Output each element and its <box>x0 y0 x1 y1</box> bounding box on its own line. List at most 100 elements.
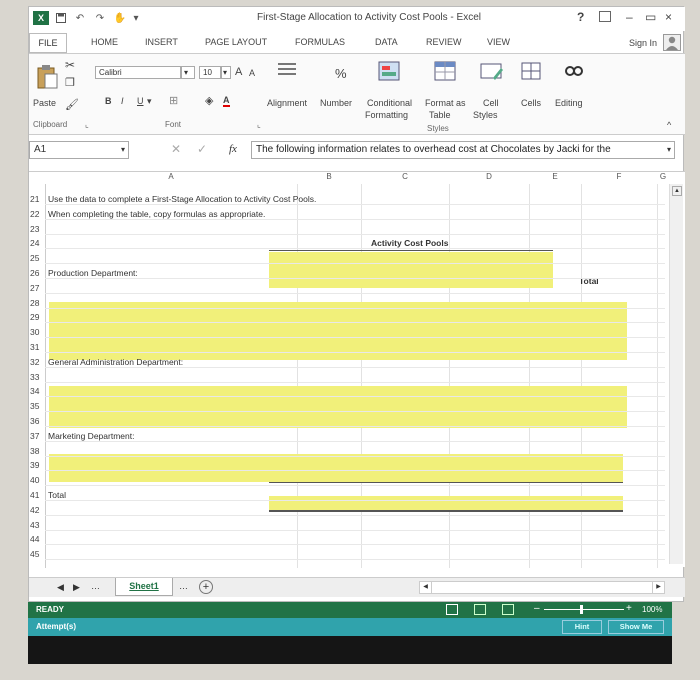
row-header[interactable]: 26 <box>30 268 44 278</box>
row-header[interactable]: 38 <box>30 446 44 456</box>
close-button[interactable]: × <box>665 10 672 24</box>
avatar[interactable] <box>663 34 681 51</box>
row-header[interactable]: 36 <box>30 416 44 426</box>
redo-icon[interactable]: ↷ <box>93 11 107 25</box>
row-header[interactable]: 22 <box>30 209 44 219</box>
confirm-entry-icon[interactable]: ✓ <box>197 142 207 156</box>
normal-view-icon[interactable] <box>446 604 458 615</box>
conditional-formatting-button[interactable]: Conditional <box>367 98 412 108</box>
ribbon-display-options-icon[interactable] <box>599 11 611 22</box>
cell-text[interactable]: Use the data to complete a First-Stage A… <box>48 194 316 204</box>
cell-text[interactable]: Total <box>48 490 66 500</box>
font-launcher-icon[interactable]: ⌞ <box>257 120 261 129</box>
cell-text[interactable]: Marketing Department: <box>48 431 134 441</box>
alignment-icon[interactable] <box>275 60 301 84</box>
tab-review[interactable]: REVIEW <box>426 37 462 47</box>
row-header[interactable]: 21 <box>30 194 44 204</box>
sheet-tab-sheet1[interactable]: Sheet1 <box>115 578 173 596</box>
row-header[interactable]: 37 <box>30 431 44 441</box>
row-header[interactable]: 23 <box>30 224 44 234</box>
editing-icon[interactable] <box>561 60 587 84</box>
font-name-dropdown-icon[interactable]: ▾ <box>181 66 195 79</box>
worksheet-grid[interactable]: A B C D E F G Activity Cost Pools Total … <box>29 171 685 568</box>
row-header[interactable]: 41 <box>30 490 44 500</box>
formatting-label[interactable]: Formatting <box>365 110 408 120</box>
row-header[interactable]: 34 <box>30 386 44 396</box>
font-color-button[interactable]: A <box>223 95 230 107</box>
help-button[interactable]: ? <box>577 10 584 24</box>
format-painter-icon[interactable]: 🖌 <box>65 98 79 111</box>
zoom-out-icon[interactable]: – <box>534 603 540 614</box>
grow-font-button[interactable]: A <box>235 66 242 78</box>
page-break-view-icon[interactable] <box>502 604 514 615</box>
cell-styles-icon[interactable] <box>479 60 505 84</box>
minimize-button[interactable]: – <box>626 10 633 24</box>
activity-pools-input-area[interactable] <box>269 252 553 288</box>
zoom-in-icon[interactable]: + <box>626 603 632 614</box>
row-header[interactable]: 28 <box>30 298 44 308</box>
font-size-dropdown-icon[interactable]: ▾ <box>221 66 231 79</box>
marketing-input-area[interactable] <box>49 454 623 482</box>
tab-file[interactable]: FILE <box>29 33 67 53</box>
expand-formula-bar-icon[interactable]: ▾ <box>667 145 671 154</box>
row-header[interactable]: 42 <box>30 505 44 515</box>
row-header[interactable]: 35 <box>30 401 44 411</box>
row-header[interactable]: 40 <box>30 475 44 485</box>
cells-icon[interactable] <box>519 60 545 84</box>
collapse-ribbon-icon[interactable]: ^ <box>667 120 671 130</box>
paste-icon[interactable] <box>35 64 61 89</box>
next-sheet-icon[interactable]: ▶ <box>73 582 80 593</box>
tab-data[interactable]: DATA <box>375 37 398 47</box>
format-as-button[interactable]: Format as <box>425 98 466 108</box>
cell-text[interactable]: Production Department: <box>48 268 138 278</box>
horizontal-scrollbar[interactable]: ◀ ▶ <box>419 581 665 594</box>
formula-input[interactable]: The following information relates to ove… <box>251 141 675 159</box>
shrink-font-button[interactable]: A <box>249 68 255 78</box>
name-box-dropdown-icon[interactable]: ▾ <box>121 145 125 154</box>
row-header[interactable]: 27 <box>30 283 44 293</box>
name-box[interactable]: A1 <box>29 141 129 159</box>
tab-home[interactable]: HOME <box>91 37 118 47</box>
page-layout-view-icon[interactable] <box>474 604 486 615</box>
column-header-c[interactable]: C <box>361 172 449 184</box>
new-sheet-icon[interactable]: + <box>199 580 213 594</box>
scroll-left-icon[interactable]: ◀ <box>420 582 432 593</box>
restore-button[interactable]: ▭ <box>645 10 656 24</box>
conditional-formatting-icon[interactable] <box>377 60 403 84</box>
row-header[interactable]: 31 <box>30 342 44 352</box>
row-header[interactable]: 33 <box>30 372 44 382</box>
cell-styles-button[interactable]: Cell <box>483 98 499 108</box>
styles-label[interactable]: Styles <box>473 110 498 120</box>
row-header[interactable]: 45 <box>30 549 44 559</box>
zoom-slider-thumb[interactable] <box>580 605 583 614</box>
show-me-button[interactable]: Show Me <box>608 620 664 634</box>
number-button[interactable]: Number <box>320 98 352 108</box>
italic-button[interactable]: I <box>121 96 124 106</box>
row-header[interactable]: 29 <box>30 312 44 322</box>
paste-label[interactable]: Paste <box>33 98 56 108</box>
admin-input-area[interactable] <box>49 386 627 428</box>
tab-view[interactable]: VIEW <box>487 37 510 47</box>
editing-button[interactable]: Editing <box>555 98 583 108</box>
row-header[interactable]: 30 <box>30 327 44 337</box>
underline-dropdown-icon[interactable]: ▾ <box>147 96 152 107</box>
alignment-button[interactable]: Alignment <box>267 98 307 108</box>
vertical-scrollbar[interactable]: ▲ <box>669 184 683 564</box>
cell-text[interactable]: When completing the table, copy formulas… <box>48 209 265 219</box>
column-header-g[interactable]: G <box>657 172 669 184</box>
hint-button[interactable]: Hint <box>562 620 602 634</box>
row-header[interactable]: 39 <box>30 460 44 470</box>
cells-button[interactable]: Cells <box>521 98 541 108</box>
zoom-level[interactable]: 100% <box>642 605 662 614</box>
font-size-box[interactable]: 10 <box>199 66 221 79</box>
borders-icon[interactable]: ⊞ <box>169 94 178 107</box>
zoom-slider[interactable] <box>544 609 624 610</box>
format-as-table-icon[interactable] <box>433 60 459 84</box>
row-header[interactable]: 44 <box>30 534 44 544</box>
scroll-up-icon[interactable]: ▲ <box>672 186 682 196</box>
undo-icon[interactable]: ↶ <box>73 11 87 25</box>
cancel-entry-icon[interactable]: ✕ <box>171 142 181 156</box>
table-label[interactable]: Table <box>429 110 451 120</box>
bold-button[interactable]: B <box>105 96 112 106</box>
column-header-e[interactable]: E <box>529 172 581 184</box>
